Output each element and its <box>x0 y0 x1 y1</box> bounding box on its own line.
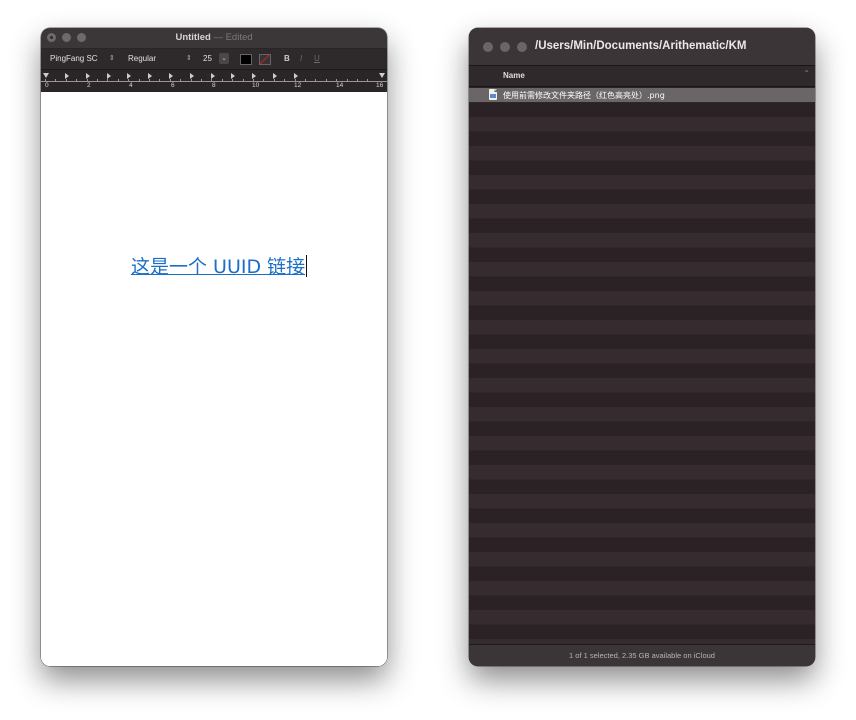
bold-button[interactable]: B <box>284 54 290 63</box>
window-controls <box>483 42 527 52</box>
folder-path-title: /Users/Min/Documents/Arithematic/KM <box>535 40 747 52</box>
ruler-tick <box>97 79 98 82</box>
ruler-tick <box>232 79 234 82</box>
ruler-tick <box>190 79 192 82</box>
ruler-number: 10 <box>252 82 260 89</box>
zoom-button[interactable] <box>517 42 527 52</box>
name-column-header[interactable]: Name <box>503 71 525 80</box>
finder-window: /Users/Min/Documents/Arithematic/KM Name… <box>469 28 815 666</box>
document-name: Untitled <box>175 32 211 43</box>
uuid-link[interactable]: 这是一个 UUID 链接 <box>131 252 308 279</box>
document-body[interactable]: 这是一个 UUID 链接 <box>41 92 387 666</box>
textedit-titlebar[interactable]: Untitled — Edited <box>41 28 387 49</box>
left-indent-marker[interactable] <box>43 73 49 78</box>
ruler-tick <box>201 79 202 82</box>
ruler-tick <box>284 79 286 82</box>
text-color-well[interactable] <box>240 54 252 65</box>
right-indent-marker[interactable] <box>379 73 385 78</box>
ruler-tick <box>117 79 119 82</box>
font-family-select[interactable]: PingFang SC <box>50 54 98 63</box>
font-size-stepper[interactable]: ⌄ <box>219 53 229 64</box>
textedit-window: Untitled — Edited PingFang SC ⇕ Regular … <box>41 28 387 666</box>
ruler[interactable]: 0 2 4 6 8 10 12 14 16 <box>41 70 387 93</box>
ruler-tick <box>346 79 348 82</box>
ruler-number: 14 <box>336 82 344 89</box>
ruler-number: 4 <box>129 82 133 89</box>
ruler-tick <box>325 79 327 82</box>
format-toolbar: PingFang SC ⇕ Regular ⇕ 25 ⌄ B I U <box>41 49 387 70</box>
ruler-number: 12 <box>294 82 302 89</box>
ruler-tick <box>242 79 244 82</box>
title-separator: — <box>213 32 223 43</box>
ruler-tick <box>273 79 275 82</box>
ruler-tick <box>149 79 150 82</box>
list-column-header[interactable]: Name ⌃ <box>469 65 815 87</box>
font-style-select[interactable]: Regular <box>128 54 156 63</box>
ruler-tick <box>367 79 369 82</box>
uuid-link-text[interactable]: 这是一个 UUID 链接 <box>131 256 305 278</box>
ruler-number: 2 <box>87 82 91 89</box>
highlight-color-well[interactable] <box>259 54 271 65</box>
text-caret <box>306 255 308 277</box>
ruler-tick <box>357 79 358 82</box>
ruler-tick <box>180 79 182 82</box>
list-item[interactable]: 使用前需修改文件夹路径（红色高亮处）.png <box>469 88 815 102</box>
ruler-tick <box>159 79 161 82</box>
minimize-button[interactable] <box>500 42 510 52</box>
ruler-number: 16 <box>376 82 384 89</box>
underline-button[interactable]: U <box>314 54 320 63</box>
sort-chevron-icon: ⌃ <box>803 69 810 78</box>
file-list[interactable]: 使用前需修改文件夹路径（红色高亮处）.png <box>469 88 815 645</box>
ruler-tick <box>107 79 109 82</box>
window-title: Untitled — Edited <box>41 32 387 43</box>
ruler-tick <box>55 79 57 82</box>
updown-chevron-icon: ⇕ <box>186 55 192 62</box>
ruler-tick <box>221 79 223 82</box>
ruler-tick <box>76 79 78 82</box>
ruler-number: 8 <box>212 82 216 89</box>
ruler-tick <box>138 79 140 82</box>
finder-titlebar[interactable]: /Users/Min/Documents/Arithematic/KM <box>469 28 815 65</box>
close-button[interactable] <box>483 42 493 52</box>
status-bar: 1 of 1 selected, 2.35 GB available on iC… <box>469 644 815 666</box>
png-file-icon <box>489 89 497 100</box>
edited-state: Edited <box>225 32 253 43</box>
ruler-tick <box>305 79 306 82</box>
font-size-field[interactable]: 25 <box>203 54 212 63</box>
ruler-tick <box>263 79 265 82</box>
italic-button[interactable]: I <box>300 54 302 63</box>
updown-chevron-icon: ⇕ <box>109 55 115 62</box>
ruler-number: 0 <box>45 82 49 89</box>
ruler-tick <box>65 79 67 82</box>
ruler-tick <box>315 79 317 82</box>
file-name: 使用前需修改文件夹路径（红色高亮处）.png <box>503 91 665 100</box>
ruler-number: 6 <box>171 82 175 89</box>
